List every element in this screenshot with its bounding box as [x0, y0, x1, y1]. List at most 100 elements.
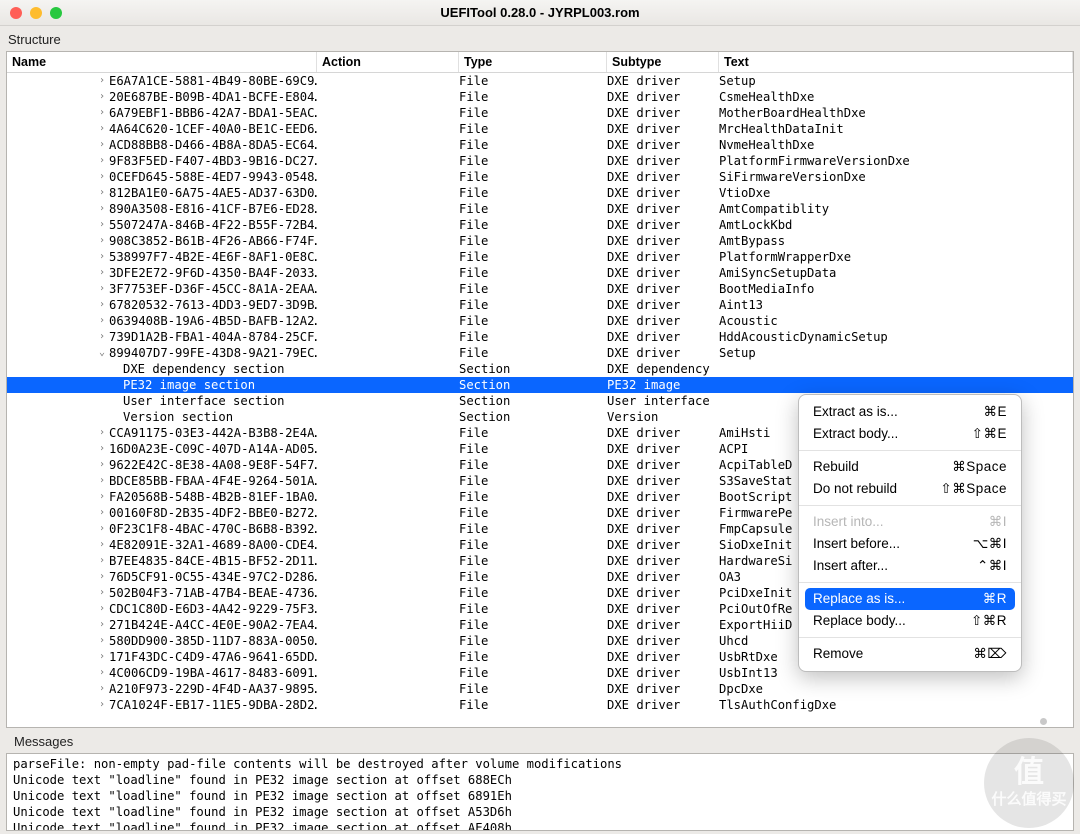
disclosure-arrow-icon[interactable]: › — [95, 521, 109, 537]
row-type: Section — [459, 393, 607, 409]
disclosure-arrow-icon[interactable]: › — [95, 249, 109, 265]
col-type[interactable]: Type — [459, 52, 607, 72]
disclosure-arrow-icon[interactable]: › — [95, 89, 109, 105]
row-text: VtioDxe — [719, 185, 1073, 201]
disclosure-arrow-icon[interactable]: › — [95, 313, 109, 329]
row-type: File — [459, 89, 607, 105]
disclosure-arrow-icon[interactable]: › — [95, 505, 109, 521]
disclosure-arrow-icon[interactable]: › — [95, 697, 109, 713]
message-line[interactable]: Unicode text "loadline" found in PE32 im… — [13, 804, 1067, 820]
tree-row[interactable]: ›0639408B-19A6-4B5D-BAFB-12A2…FileDXE dr… — [7, 313, 1073, 329]
row-text: PlatformWrapperDxe — [719, 249, 1073, 265]
tree-row[interactable]: ›908C3852-B61B-4F26-AB66-F74F…FileDXE dr… — [7, 233, 1073, 249]
disclosure-arrow-icon[interactable]: › — [95, 201, 109, 217]
tree-row[interactable]: ›538997F7-4B2E-4E6F-8AF1-0E8C…FileDXE dr… — [7, 249, 1073, 265]
tree-row[interactable]: ›739D1A2B-FBA1-404A-8784-25CF…FileDXE dr… — [7, 329, 1073, 345]
disclosure-arrow-icon[interactable]: › — [95, 121, 109, 137]
tree-row[interactable]: ›67820532-7613-4DD3-9ED7-3D9B…FileDXE dr… — [7, 297, 1073, 313]
disclosure-arrow-icon[interactable]: › — [95, 569, 109, 585]
tree-row[interactable]: PE32 image sectionSectionPE32 image — [7, 377, 1073, 393]
row-name: B7EE4835-84CE-4B15-BF52-2D11… — [109, 554, 317, 568]
disclosure-arrow-icon[interactable]: › — [95, 665, 109, 681]
row-type: File — [459, 153, 607, 169]
disclosure-arrow-icon[interactable]: › — [95, 217, 109, 233]
tree-row[interactable]: DXE dependency sectionSectionDXE depende… — [7, 361, 1073, 377]
disclosure-arrow-icon[interactable]: › — [95, 633, 109, 649]
row-action — [317, 569, 459, 585]
menu-item[interactable]: Rebuild⌘Space — [799, 456, 1021, 478]
row-name: 3DFE2E72-9F6D-4350-BA4F-2033… — [109, 266, 317, 280]
message-line[interactable]: parseFile: non-empty pad-file contents w… — [13, 756, 1067, 772]
menu-item[interactable]: Insert before...⌥⌘I — [799, 533, 1021, 555]
menu-item[interactable]: Remove⌘⌦ — [799, 643, 1021, 665]
col-subtype[interactable]: Subtype — [607, 52, 719, 72]
row-subtype: DXE driver — [607, 521, 719, 537]
row-type: File — [459, 313, 607, 329]
menu-item[interactable]: Do not rebuild⇧⌘Space — [799, 478, 1021, 500]
tree-row[interactable]: ›7CA1024F-EB17-11E5-9DBA-28D2…FileDXE dr… — [7, 697, 1073, 713]
row-type: Section — [459, 377, 607, 393]
disclosure-arrow-icon[interactable]: › — [95, 137, 109, 153]
tree-row[interactable]: ›ACD88BB8-D466-4B8A-8DA5-EC64…FileDXE dr… — [7, 137, 1073, 153]
disclosure-arrow-icon[interactable]: › — [95, 585, 109, 601]
disclosure-arrow-icon[interactable]: › — [95, 649, 109, 665]
disclosure-arrow-icon[interactable]: › — [95, 425, 109, 441]
disclosure-arrow-icon[interactable]: › — [95, 233, 109, 249]
tree-row[interactable]: ›5507247A-846B-4F22-B55F-72B4…FileDXE dr… — [7, 217, 1073, 233]
row-type: File — [459, 297, 607, 313]
tree-row[interactable]: ⌄899407D7-99FE-43D8-9A21-79EC…FileDXE dr… — [7, 345, 1073, 361]
row-name: 4C006CD9-19BA-4617-8483-6091… — [109, 666, 317, 680]
disclosure-arrow-icon[interactable]: › — [95, 681, 109, 697]
disclosure-arrow-icon[interactable]: › — [95, 553, 109, 569]
col-text[interactable]: Text — [719, 52, 1073, 72]
row-name: 67820532-7613-4DD3-9ED7-3D9B… — [109, 298, 317, 312]
menu-item[interactable]: Replace as is...⌘R — [805, 588, 1015, 610]
row-type: File — [459, 569, 607, 585]
menu-item[interactable]: Extract as is...⌘E — [799, 401, 1021, 423]
tree-row[interactable]: ›812BA1E0-6A75-4AE5-AD37-63D0…FileDXE dr… — [7, 185, 1073, 201]
disclosure-arrow-icon[interactable]: › — [95, 265, 109, 281]
disclosure-arrow-icon[interactable]: › — [95, 281, 109, 297]
tree-row[interactable]: ›9F83F5ED-F407-4BD3-9B16-DC27…FileDXE dr… — [7, 153, 1073, 169]
messages-box[interactable]: parseFile: non-empty pad-file contents w… — [6, 753, 1074, 831]
col-action[interactable]: Action — [317, 52, 459, 72]
menu-item[interactable]: Replace body...⇧⌘R — [799, 610, 1021, 632]
menu-item[interactable]: Insert after...⌃⌘I — [799, 555, 1021, 577]
row-subtype: DXE driver — [607, 169, 719, 185]
menu-shortcut: ⌘⌦ — [973, 646, 1007, 662]
tree-row[interactable]: ›890A3508-E816-41CF-B7E6-ED28…FileDXE dr… — [7, 201, 1073, 217]
disclosure-arrow-icon[interactable]: › — [95, 441, 109, 457]
column-headers: Name Action Type Subtype Text — [7, 52, 1073, 73]
tree-row[interactable]: ›E6A7A1CE-5881-4B49-80BE-69C9…FileDXE dr… — [7, 73, 1073, 89]
menu-item[interactable]: Extract body...⇧⌘E — [799, 423, 1021, 445]
message-line[interactable]: Unicode text "loadline" found in PE32 im… — [13, 788, 1067, 804]
message-line[interactable]: Unicode text "loadline" found in PE32 im… — [13, 772, 1067, 788]
tree-row[interactable]: ›4A64C620-1CEF-40A0-BE1C-EED6…FileDXE dr… — [7, 121, 1073, 137]
tree-row[interactable]: ›3F7753EF-D36F-45CC-8A1A-2EAA…FileDXE dr… — [7, 281, 1073, 297]
scroll-indicator-icon — [1040, 718, 1047, 725]
disclosure-arrow-icon[interactable]: › — [95, 457, 109, 473]
disclosure-arrow-icon[interactable]: › — [95, 297, 109, 313]
context-menu[interactable]: Extract as is...⌘EExtract body...⇧⌘E Rebu… — [798, 394, 1022, 672]
tree-row[interactable]: ›3DFE2E72-9F6D-4350-BA4F-2033…FileDXE dr… — [7, 265, 1073, 281]
disclosure-arrow-icon[interactable]: › — [95, 537, 109, 553]
tree-row[interactable]: ›6A79EBF1-BBB6-42A7-BDA1-5EAC…FileDXE dr… — [7, 105, 1073, 121]
disclosure-arrow-icon[interactable]: › — [95, 473, 109, 489]
disclosure-arrow-icon[interactable]: › — [95, 185, 109, 201]
disclosure-arrow-icon[interactable]: › — [95, 169, 109, 185]
disclosure-arrow-icon[interactable]: › — [95, 329, 109, 345]
disclosure-arrow-icon[interactable]: › — [95, 153, 109, 169]
disclosure-arrow-icon[interactable]: › — [95, 617, 109, 633]
disclosure-arrow-icon[interactable]: › — [95, 105, 109, 121]
disclosure-arrow-icon[interactable]: ⌄ — [95, 345, 109, 361]
col-name[interactable]: Name — [7, 52, 317, 72]
tree-row[interactable]: ›A210F973-229D-4F4D-AA37-9895…FileDXE dr… — [7, 681, 1073, 697]
row-name: 0CEFD645-588E-4ED7-9943-0548… — [109, 170, 317, 184]
disclosure-arrow-icon[interactable]: › — [95, 73, 109, 89]
tree-row[interactable]: ›20E687BE-B09B-4DA1-BCFE-E804…FileDXE dr… — [7, 89, 1073, 105]
row-type: File — [459, 521, 607, 537]
message-line[interactable]: Unicode text "loadline" found in PE32 im… — [13, 820, 1067, 831]
disclosure-arrow-icon[interactable]: › — [95, 601, 109, 617]
tree-row[interactable]: ›0CEFD645-588E-4ED7-9943-0548…FileDXE dr… — [7, 169, 1073, 185]
disclosure-arrow-icon[interactable]: › — [95, 489, 109, 505]
